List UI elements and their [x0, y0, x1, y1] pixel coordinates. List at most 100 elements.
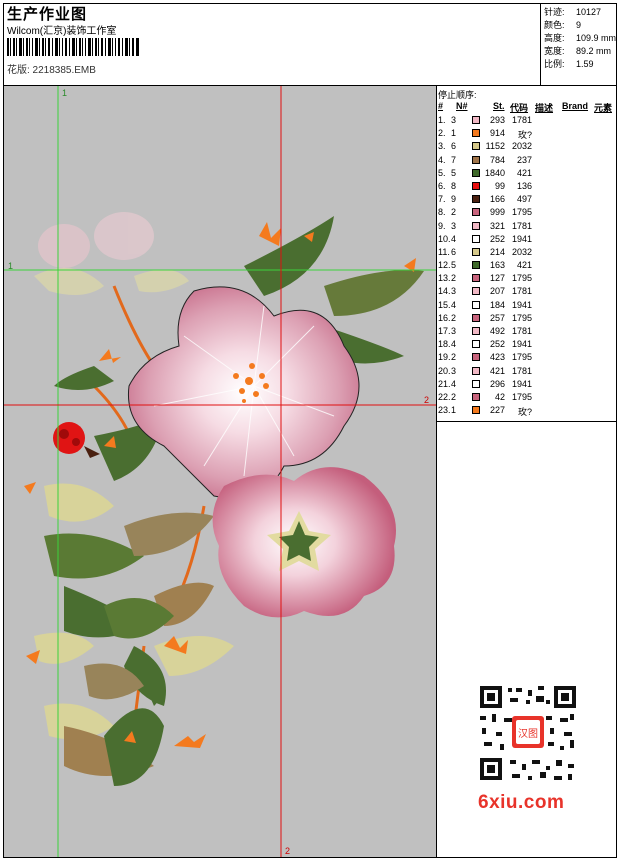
sequence-row: 8. 2 999 1795 — [438, 207, 618, 220]
row-code: 421 — [516, 260, 532, 271]
row-needle: 9 — [451, 194, 457, 205]
row-stitches: 999 — [489, 207, 505, 218]
sequence-header: # N# St. 代码 描述 Brand 元素 — [438, 101, 618, 113]
sequence-row: 17. 3 492 1781 — [438, 326, 618, 339]
row-code: 1941 — [511, 233, 532, 244]
row-needle: 1 — [451, 128, 457, 139]
second-flower — [212, 467, 396, 618]
row-index: 7. — [438, 194, 446, 205]
sequence-row: 11. 6 214 2032 — [438, 247, 618, 260]
row-stitches: 296 — [489, 378, 505, 389]
row-code: 1795 — [511, 273, 532, 284]
sequence-title: 停止顺序: — [438, 90, 477, 100]
stats-panel: 针迹: 10127 颜色: 9 高度: 109.9 mm 宽度: 89.2 mm 比例:… — [544, 6, 616, 71]
color-swatch — [472, 406, 480, 415]
row-code: 1781 — [511, 365, 532, 376]
row-code: 237 — [516, 154, 532, 165]
color-swatch — [472, 155, 480, 164]
row-index: 17. — [438, 326, 451, 336]
color-swatch — [472, 353, 480, 362]
row-stitches: 1152 — [485, 141, 505, 152]
row-index: 8. — [438, 207, 446, 218]
col-st: St. — [493, 101, 505, 111]
row-needle: 8 — [451, 180, 457, 191]
watermark-text: 6xiu.com — [478, 792, 565, 813]
row-index: 21. — [438, 378, 451, 389]
design-canvas[interactable]: 1 1 2 2 — [4, 86, 436, 857]
row-code: 玫? — [517, 130, 532, 141]
color-swatch — [472, 208, 480, 217]
guide-h2-label: 2 — [424, 395, 430, 405]
row-stitches: 99 — [494, 180, 505, 191]
col-code: 代码 — [510, 103, 529, 113]
row-index: 13. — [438, 273, 451, 284]
row-needle: 2 — [451, 273, 457, 284]
row-code: 1795 — [511, 391, 532, 402]
color-swatch — [472, 340, 480, 349]
row-stitches: 257 — [489, 312, 505, 323]
row-stitches: 42 — [494, 391, 505, 402]
row-index: 22. — [438, 391, 451, 402]
row-code: 2032 — [511, 246, 532, 257]
color-swatch — [472, 195, 480, 204]
main-flower — [127, 286, 360, 499]
row-stitches: 293 — [489, 115, 505, 125]
row-index: 4. — [438, 154, 446, 165]
row-index: 5. — [438, 167, 446, 178]
sequence-row: 7. 9 166 497 — [438, 194, 618, 207]
row-stitches: 321 — [489, 220, 505, 231]
row-code: 136 — [516, 180, 532, 191]
color-swatch — [472, 221, 480, 230]
color-swatch — [472, 142, 480, 151]
color-swatch — [472, 366, 480, 375]
sequence-row: 16. 2 257 1795 — [438, 313, 618, 326]
row-needle: 6 — [451, 246, 457, 257]
guide-v1-label: 1 — [62, 88, 68, 98]
col-desc: 描述 — [535, 103, 554, 113]
color-swatch — [472, 327, 480, 335]
row-index: 1. — [438, 115, 446, 125]
stats-divider — [540, 3, 541, 86]
col-idx: # — [438, 101, 444, 111]
guide-v2-label: 2 — [285, 846, 291, 856]
color-swatch — [472, 247, 480, 256]
row-stitches: 421 — [489, 365, 505, 376]
row-index: 19. — [438, 352, 451, 363]
sequence-row: 1. 3 293 1781 — [438, 115, 618, 128]
row-needle: 3 — [451, 286, 457, 297]
studio-name: Wilcom(汇京)装饰工作室 — [7, 26, 117, 37]
row-index: 3. — [438, 141, 446, 152]
color-swatch — [472, 300, 480, 309]
sequence-end-line — [436, 421, 617, 422]
row-code: 1781 — [511, 286, 532, 297]
red-berry — [53, 422, 100, 458]
row-code: 421 — [516, 167, 532, 178]
stat-scale: 比例: 1.59 — [544, 59, 594, 69]
row-needle: 4 — [451, 378, 457, 389]
color-swatch — [472, 181, 480, 190]
color-swatch — [472, 274, 480, 283]
row-code: 2032 — [511, 141, 532, 152]
row-needle: 5 — [451, 260, 457, 271]
sequence-row: 13. 2 127 1795 — [438, 273, 618, 286]
page-title: 生产作业图 — [7, 6, 88, 23]
sequence-row: 12. 5 163 421 — [438, 260, 618, 273]
sequence-row: 21. 4 296 1941 — [438, 379, 618, 392]
col-elem: 元素 — [594, 103, 613, 113]
row-stitches: 184 — [489, 299, 505, 310]
row-needle: 3 — [451, 115, 457, 125]
row-needle: 7 — [451, 154, 457, 165]
col-brand: Brand — [562, 101, 589, 111]
stat-height: 高度: 109.9 mm — [544, 33, 617, 43]
row-code: 玫? — [517, 407, 532, 418]
row-code: 1781 — [511, 326, 532, 336]
row-code: 1795 — [511, 207, 532, 218]
row-needle: 2 — [451, 391, 457, 402]
row-index: 2. — [438, 128, 446, 139]
color-swatch — [472, 313, 480, 322]
row-index: 16. — [438, 312, 451, 323]
stat-width: 宽度: 89.2 mm — [544, 46, 612, 56]
row-index: 6. — [438, 180, 446, 191]
row-needle: 4 — [451, 233, 457, 244]
stat-colors: 颜色: 9 — [544, 20, 582, 30]
